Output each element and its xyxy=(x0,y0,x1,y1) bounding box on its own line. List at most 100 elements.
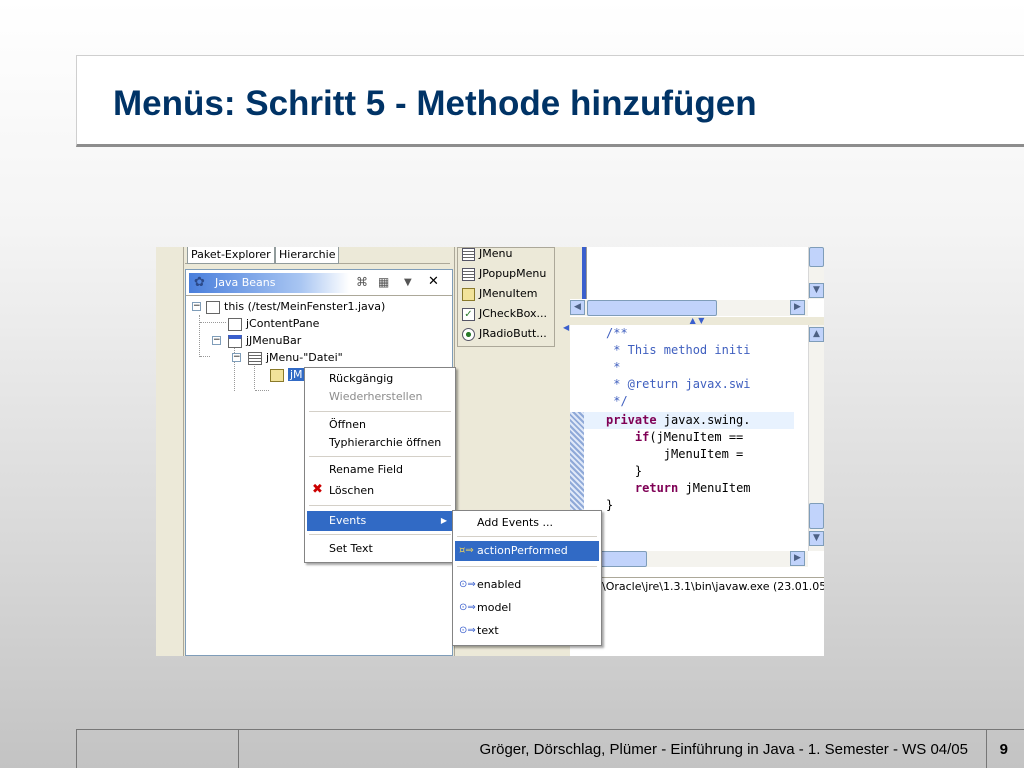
canvas-hscrollbar[interactable]: ◀ ▶ xyxy=(570,300,808,316)
tab-hierarchie[interactable]: Hierarchie xyxy=(275,247,340,264)
scroll-right-icon[interactable]: ▶ xyxy=(790,551,805,566)
design-canvas-surface xyxy=(586,247,808,299)
scroll-left-icon[interactable]: ◀ xyxy=(570,300,585,315)
keyword: if xyxy=(634,430,650,444)
menu-item-rename-field[interactable]: Rename Field xyxy=(307,460,453,480)
keyword: return xyxy=(634,481,679,495)
menubar-icon xyxy=(228,334,242,348)
palette-item-jradiobutton[interactable]: JRadioButt... xyxy=(462,324,547,344)
code-line: jMenuItem = xyxy=(606,447,751,461)
code-line: * xyxy=(606,360,621,374)
ide-screenshot: Paket-Explorer Hierarchie ✿ Java Beans ⌘… xyxy=(156,247,824,656)
panel-icon xyxy=(228,317,242,331)
menu-item-set-text[interactable]: Set Text xyxy=(307,539,453,559)
code-text: javax.swing. xyxy=(656,413,751,427)
context-menu: Rückgängig Wiederherstellen Öffnen Typhi… xyxy=(304,367,456,563)
close-icon[interactable]: ✕ xyxy=(428,274,439,289)
footer-text: Gröger, Dörschlag, Plümer - Einführung i… xyxy=(479,741,968,758)
code-text: jMenuItem xyxy=(678,481,751,495)
menu-item-label: Events xyxy=(329,514,367,527)
editor-splitter[interactable]: ▲ ▼ xyxy=(570,317,824,325)
console-launch-text: \Oracle\jre\1.3.1\bin\javaw.exe (23.01.0… xyxy=(602,580,824,593)
menu-item-icon xyxy=(270,368,284,382)
code-text: (jMenuItem == xyxy=(649,430,751,444)
menu-separator xyxy=(309,505,451,506)
code-line-return: return jMenuItem xyxy=(606,480,751,497)
tree-item-label: jJMenuBar xyxy=(246,334,302,347)
chevron-down-icon[interactable]: ▼ xyxy=(404,277,412,288)
code-line: * @return javax.swi xyxy=(606,377,751,391)
menu-item-wiederherstellen[interactable]: Wiederherstellen xyxy=(307,387,453,407)
java-beans-title-label: Java Beans xyxy=(215,276,276,289)
menu-separator xyxy=(457,566,597,567)
menu-item-loeschen[interactable]: ✖ Löschen xyxy=(307,481,453,501)
tree-line xyxy=(200,322,226,323)
menu-icon xyxy=(248,351,262,365)
submenu-item-model[interactable]: ⊙⇒ model xyxy=(455,598,599,618)
tree-line xyxy=(254,363,255,389)
keyword: private xyxy=(606,413,657,427)
footer-cell xyxy=(77,730,239,768)
property-icon: ⊙⇒ xyxy=(459,625,476,636)
palette-item-label: JMenuItem xyxy=(479,287,538,300)
palette-collapse-icon[interactable]: ◀ xyxy=(563,323,569,332)
palette-item-jmenu[interactable]: JMenu xyxy=(462,247,512,264)
left-strip xyxy=(156,247,184,656)
property-icon: ⊙⇒ xyxy=(459,579,476,590)
property-icon: ⊙⇒ xyxy=(459,602,476,613)
tab-paket-explorer[interactable]: Paket-Explorer xyxy=(187,247,275,264)
canvas-vscrollbar[interactable]: ▼ xyxy=(808,247,824,299)
menu-item-icon xyxy=(462,287,475,301)
collapse-icon[interactable]: ⌘ xyxy=(356,275,368,289)
slide-footer: Gröger, Dörschlag, Plümer - Einführung i… xyxy=(76,729,1024,768)
code-line: */ xyxy=(606,394,628,408)
code-line: /** xyxy=(606,326,628,340)
editor-hscrollbar[interactable]: ▶ xyxy=(570,551,808,567)
palette-item-label: JPopupMenu xyxy=(479,267,547,280)
collapse-toggle-icon[interactable]: − xyxy=(232,353,241,362)
palette-item-jmenuitem[interactable]: JMenuItem xyxy=(462,284,538,304)
editor-vscroll-thumb[interactable] xyxy=(809,503,824,529)
checkbox-icon: ✓ xyxy=(462,307,475,321)
menu-item-typhierarchie-oeffnen[interactable]: Typhierarchie öffnen xyxy=(307,433,453,453)
menu-icon xyxy=(462,247,475,261)
view-menu-icon[interactable]: ▦ xyxy=(378,275,389,289)
scroll-up-icon[interactable]: ▲ xyxy=(809,327,824,342)
menu-item-oeffnen[interactable]: Öffnen xyxy=(307,415,453,435)
menu-item-label: Löschen xyxy=(329,484,375,497)
canvas-hscroll-thumb[interactable] xyxy=(587,300,717,316)
collapse-toggle-icon[interactable]: − xyxy=(212,336,221,345)
beans-icon: ✿ xyxy=(194,275,205,290)
scroll-down-icon[interactable]: ▼ xyxy=(809,283,824,298)
tree-item-jcontentpane[interactable]: jContentPane xyxy=(228,315,319,332)
submenu-item-add-events[interactable]: Add Events ... xyxy=(455,513,599,533)
radio-icon xyxy=(462,327,475,341)
menu-item-events[interactable]: Events ▶ xyxy=(307,511,453,531)
java-beans-view-title[interactable]: ✿ Java Beans xyxy=(189,273,349,293)
code-line-if: if(jMenuItem == xyxy=(606,429,751,446)
canvas-vscroll-thumb[interactable] xyxy=(809,247,824,267)
submenu-item-enabled[interactable]: ⊙⇒ enabled xyxy=(455,575,599,595)
slide-title: Menüs: Schritt 5 - Methode hinzufügen xyxy=(113,84,757,123)
tree-line xyxy=(255,390,269,391)
popup-menu-icon xyxy=(462,267,475,281)
editor-vscrollbar[interactable]: ▲ ▼ xyxy=(808,325,824,551)
slide-title-bar: Menüs: Schritt 5 - Methode hinzufügen xyxy=(76,55,1024,147)
editor-gutter xyxy=(570,412,584,512)
code-line-private: private javax.swing. xyxy=(606,412,751,429)
menu-item-rueckgaengig[interactable]: Rückgängig xyxy=(307,369,453,389)
palette-item-label: JMenu xyxy=(479,247,513,260)
palette-item-jcheckbox[interactable]: ✓ JCheckBox... xyxy=(462,304,547,324)
palette-item-jpopupmenu[interactable]: JPopupMenu xyxy=(462,264,546,284)
submenu-item-actionperformed[interactable]: ¤⇒ actionPerformed xyxy=(455,541,599,561)
scroll-right-icon[interactable]: ▶ xyxy=(790,300,805,315)
menu-item-label: actionPerformed xyxy=(477,544,568,557)
menu-item-label: enabled xyxy=(477,578,522,591)
code-line: } xyxy=(606,464,643,478)
submenu-item-text[interactable]: ⊙⇒ text xyxy=(455,621,599,641)
collapse-toggle-icon[interactable]: − xyxy=(192,302,201,311)
scroll-down-icon[interactable]: ▼ xyxy=(809,531,824,546)
palette-box: JMenu JPopupMenu JMenuItem ✓ JCheckBox...… xyxy=(457,247,555,347)
tree-line xyxy=(200,356,210,357)
